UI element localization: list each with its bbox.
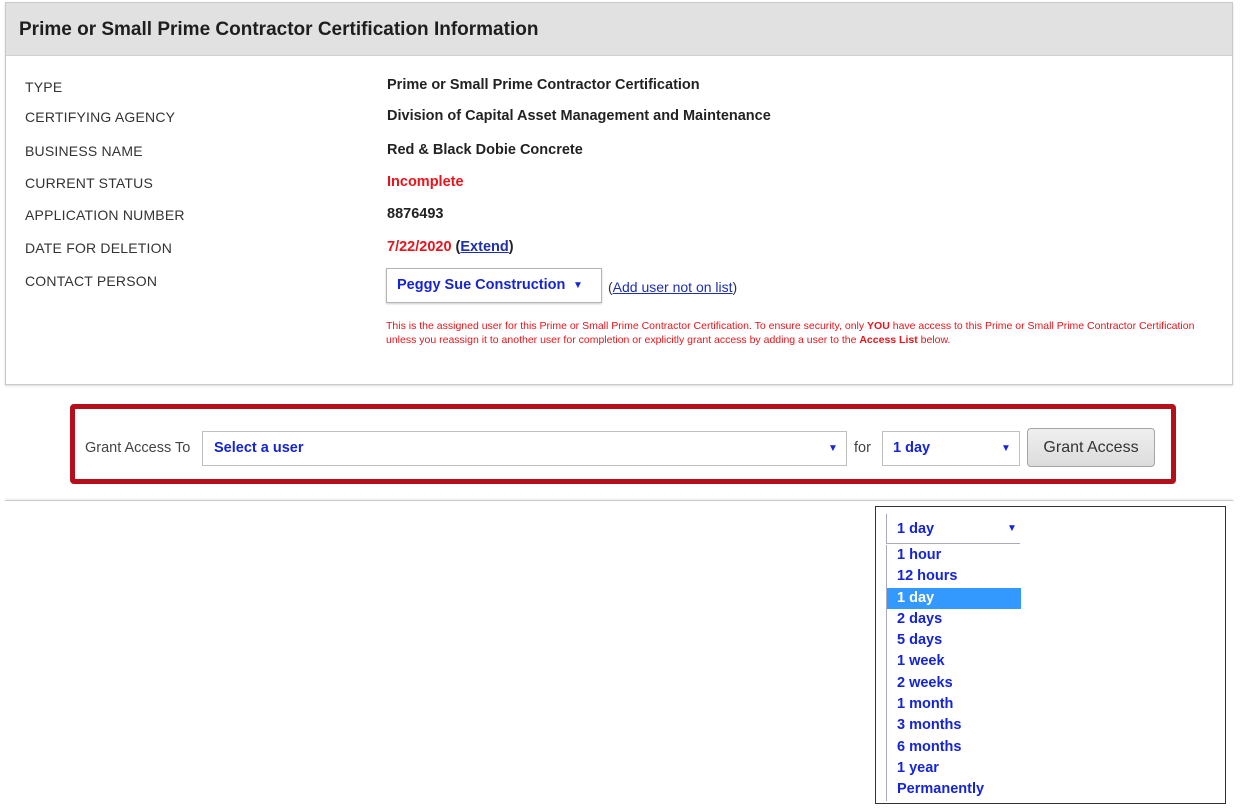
duration-select[interactable]: 1 day ▼	[882, 431, 1020, 466]
contact-person-select[interactable]: Peggy Sue Construction ▼	[386, 268, 602, 303]
user-select[interactable]: Select a user ▼	[202, 431, 847, 466]
caret-down-icon: ▼	[1007, 523, 1017, 534]
status-value: Incomplete	[387, 174, 464, 190]
section-divider	[5, 500, 1233, 504]
deletion-date-row: 7/22/2020 (Extend)	[387, 239, 514, 255]
duration-option[interactable]: 12 hours	[887, 566, 1021, 587]
duration-option[interactable]: 1 hour	[887, 545, 1021, 566]
caret-down-icon: ▼	[828, 443, 838, 454]
duration-option[interactable]: 2 days	[887, 609, 1021, 630]
assigned-user-note: This is the assigned user for this Prime…	[386, 320, 1211, 347]
duration-option[interactable]: 1 day	[887, 587, 1021, 609]
duration-option[interactable]: 2 weeks	[887, 673, 1021, 694]
duration-option[interactable]: 1 year	[887, 758, 1021, 779]
paren-close: )	[508, 239, 514, 255]
duration-option[interactable]: 1 month	[887, 694, 1021, 715]
contact-person-label: CONTACT PERSON	[25, 273, 158, 289]
contact-person-selected: Peggy Sue Construction	[397, 277, 566, 293]
business-name-label: BUSINESS NAME	[25, 143, 143, 159]
deletion-date-label: DATE FOR DELETION	[25, 240, 173, 256]
add-user-not-on-list-link[interactable]: Add user not on list	[613, 279, 733, 295]
duration-option[interactable]: 6 months	[887, 737, 1021, 758]
note-text-1: This is the assigned user for this Prime…	[386, 320, 868, 332]
duration-dropdown-callout: 1 day ▼ 1 hour 12 hours 1 day 2 days 5 days 1…	[875, 506, 1226, 804]
grant-access-button[interactable]: Grant Access	[1027, 428, 1155, 467]
extend-link[interactable]: Extend	[460, 239, 508, 255]
type-value: Prime or Small Prime Contractor Certific…	[387, 77, 700, 93]
duration-options-list: 1 hour 12 hours 1 day 2 days 5 days 1 week 2 w…	[886, 545, 1021, 801]
duration-option[interactable]: Permanently	[887, 779, 1021, 800]
application-number-value: 8876493	[387, 206, 444, 222]
application-number-label: APPLICATION NUMBER	[25, 207, 185, 223]
duration-option[interactable]: 3 months	[887, 715, 1021, 736]
caret-down-icon: ▼	[1001, 443, 1011, 454]
duration-dropdown-current: 1 day	[897, 521, 935, 537]
business-name-value: Red & Black Dobie Concrete	[387, 142, 583, 158]
duration-option[interactable]: 1 week	[887, 651, 1021, 672]
duration-option[interactable]: 5 days	[887, 630, 1021, 651]
note-emphasis-you: YOU	[867, 320, 890, 332]
grant-access-highlight-box: Grant Access To Select a user ▼ for 1 da…	[70, 404, 1176, 484]
note-emphasis-access-list: Access List	[859, 333, 918, 346]
deletion-date-value: 7/22/2020	[387, 239, 452, 255]
agency-value: Division of Capital Asset Management and…	[387, 108, 771, 124]
certification-info-panel: Prime or Small Prime Contractor Certific…	[5, 2, 1233, 385]
status-label: CURRENT STATUS	[25, 175, 154, 191]
for-label: for	[854, 440, 871, 456]
agency-label: CERTIFYING AGENCY	[25, 109, 176, 125]
type-label: TYPE	[25, 79, 63, 95]
duration-dropdown-select[interactable]: 1 day ▼	[886, 514, 1020, 544]
duration-select-value: 1 day	[893, 440, 931, 456]
add-user-link-wrapper: (Add user not on list)	[608, 279, 737, 295]
grant-access-label: Grant Access To	[85, 440, 191, 456]
paren-close: )	[732, 279, 738, 295]
panel-title: Prime or Small Prime Contractor Certific…	[6, 3, 1232, 56]
user-select-value: Select a user	[214, 440, 304, 456]
caret-down-icon: ▼	[573, 280, 583, 291]
note-text-3: below.	[917, 333, 951, 346]
